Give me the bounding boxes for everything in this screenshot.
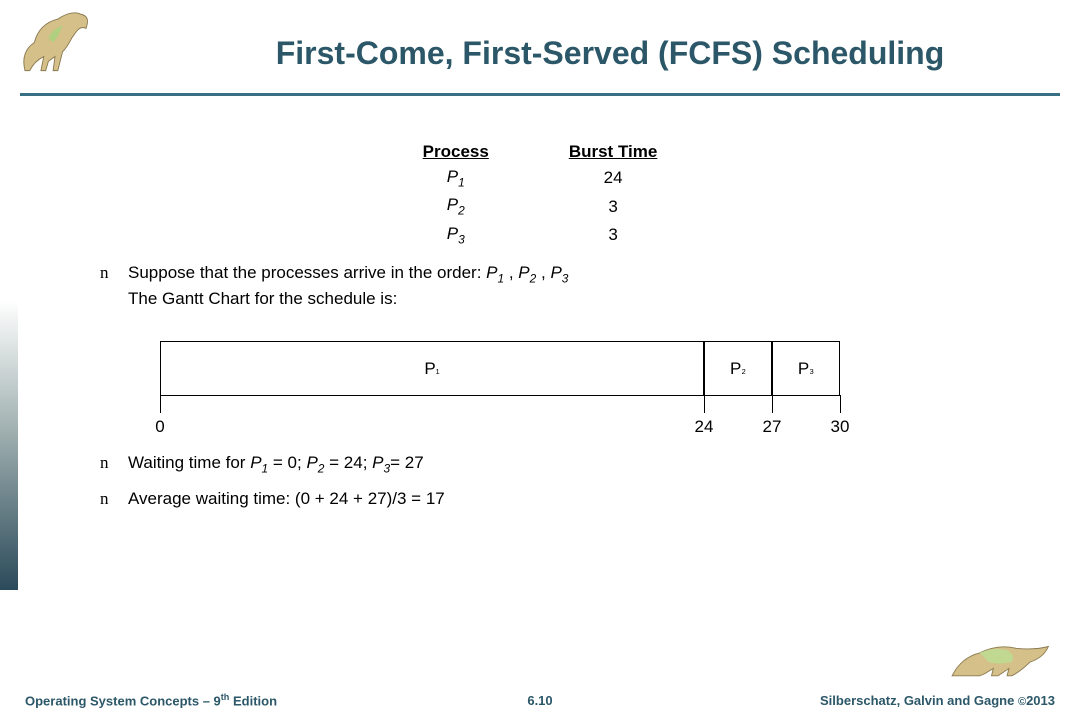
burst-cell: 3 [529, 221, 698, 249]
table-header-row: Process Burst Time [383, 140, 698, 164]
proc-cell: P1 [383, 164, 529, 192]
gantt-tick-label: 27 [763, 417, 782, 437]
bullet-item: n Average waiting time: (0 + 24 + 27)/3 … [100, 487, 980, 511]
gantt-tick-label: 24 [695, 417, 714, 437]
slide-title: First-Come, First-Served (FCFS) Scheduli… [170, 35, 1050, 72]
burst-cell: 24 [529, 164, 698, 192]
bullet-text: Average waiting time: (0 + 24 + 27)/3 = … [128, 487, 980, 511]
gantt-segment: P₂ [704, 341, 772, 396]
table-row: P1 24 [383, 164, 698, 192]
slide: First-Come, First-Served (FCFS) Scheduli… [0, 0, 1080, 720]
footer-right: Silberschatz, Galvin and Gagne ©2013 [820, 693, 1055, 708]
footer-page-number: 6.10 [527, 693, 552, 708]
decorative-sidebar [0, 300, 18, 590]
gantt-tick [772, 395, 773, 413]
bullet-marker: n [100, 261, 128, 311]
gantt-tick-label: 30 [831, 417, 850, 437]
bullet-list: n Suppose that the processes arrive in t… [100, 261, 980, 511]
bullet-item: n Waiting time for P1 = 0; P2 = 24; P3= … [100, 451, 980, 477]
gantt-chart: P₁P₂P₃0242730 [160, 341, 840, 401]
footer-left: Operating System Concepts – 9th Edition [25, 692, 277, 708]
col-process: Process [383, 140, 529, 164]
table-row: P3 3 [383, 221, 698, 249]
bullet-text: Suppose that the processes arrive in the… [128, 261, 980, 311]
gantt-tick [840, 395, 841, 413]
bullet-text: Waiting time for P1 = 0; P2 = 24; P3= 27 [128, 451, 980, 477]
slide-footer: Operating System Concepts – 9th Edition … [0, 688, 1080, 720]
gantt-segment: P₃ [772, 341, 840, 396]
proc-cell: P2 [383, 192, 529, 220]
dinosaur-footer-icon [945, 630, 1060, 685]
gantt-segment: P₁ [160, 341, 704, 396]
col-burst: Burst Time [529, 140, 698, 164]
dinosaur-icon [15, 5, 110, 80]
burst-cell: 3 [529, 192, 698, 220]
process-table: Process Burst Time P1 24 P2 3 P3 3 [383, 140, 698, 249]
title-underline [20, 93, 1060, 96]
gantt-tick [704, 395, 705, 413]
gantt-tick-label: 0 [155, 417, 164, 437]
bullet-marker: n [100, 487, 128, 511]
table-row: P2 3 [383, 192, 698, 220]
gantt-tick [160, 395, 161, 413]
bullet-item: n Suppose that the processes arrive in t… [100, 261, 980, 311]
slide-content: Process Burst Time P1 24 P2 3 P3 3 n Sup… [100, 140, 980, 521]
bullet-marker: n [100, 451, 128, 477]
proc-cell: P3 [383, 221, 529, 249]
